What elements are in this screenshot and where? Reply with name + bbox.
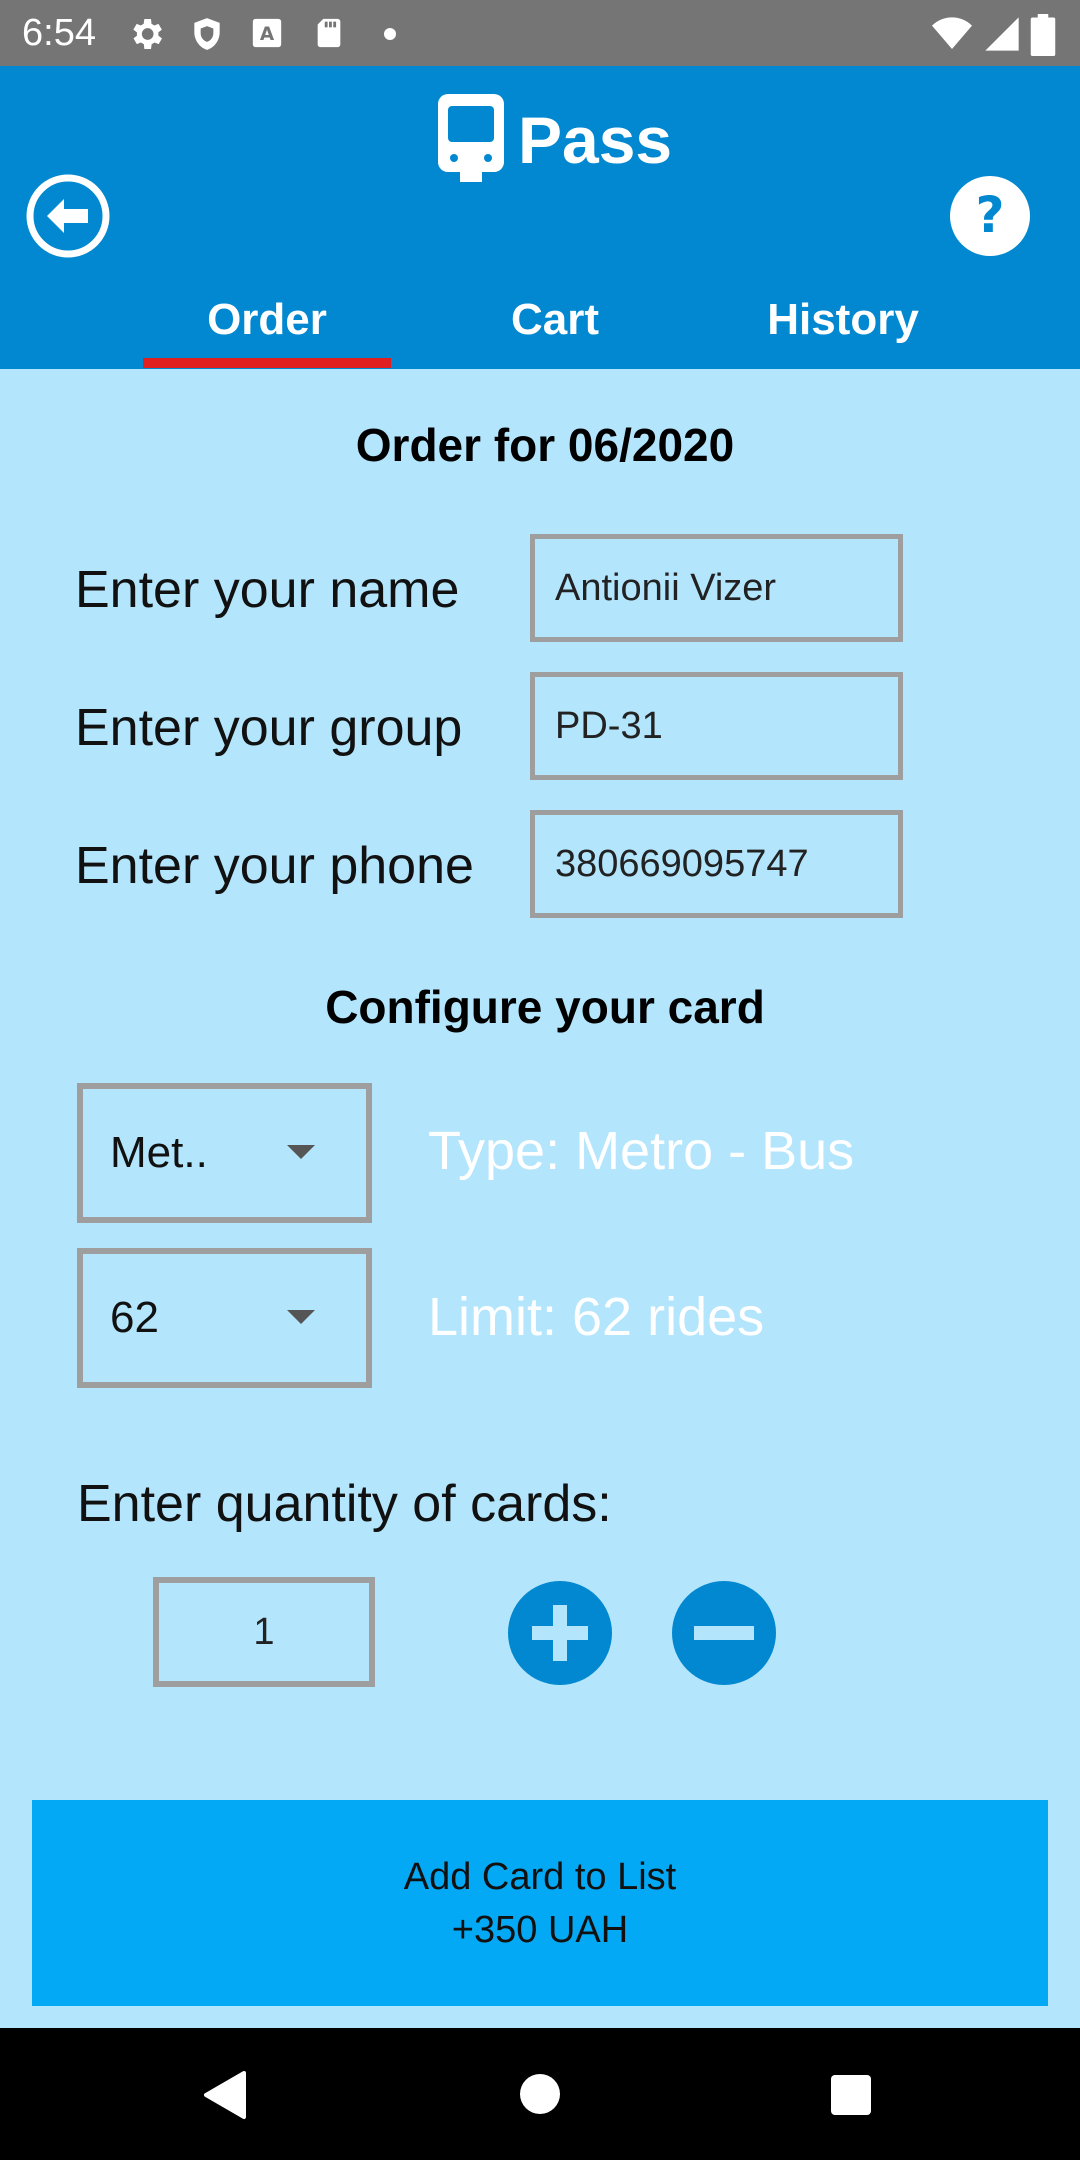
tab-indicator [143,358,391,368]
plus-icon [532,1605,588,1661]
limit-dropdown[interactable]: 62 [77,1248,372,1388]
nav-bar [0,2028,1080,2160]
battery-icon [1030,14,1056,56]
tab-history[interactable]: History [718,272,968,368]
chevron-down-icon [287,1145,315,1159]
svg-text:A: A [260,24,275,45]
add-card-button[interactable]: Add Card to List +350 UAH [32,1800,1048,2006]
app-bar: Pass ? Order Cart History [0,66,1080,369]
card-title: Configure your card [325,981,765,1033]
status-bar: 6:54 A [0,0,1080,66]
add-card-price: +350 UAH [451,1909,629,1951]
back-triangle-icon[interactable] [200,2070,248,2120]
signal-icon [985,17,1019,51]
dot-icon [384,28,396,40]
bus-icon [438,94,504,182]
quantity-label: Enter quantity of cards: [77,1475,612,1533]
recents-square-icon[interactable] [830,2074,872,2116]
type-dropdown[interactable]: Met.. [77,1083,372,1223]
type-info: Type: Metro - Bus [428,1121,855,1181]
home-circle-icon[interactable] [518,2072,562,2116]
svg-text:?: ? [975,186,1004,244]
type-dropdown-value: Met.. [110,1128,208,1177]
plus-button[interactable] [508,1581,612,1685]
status-time: 6:54 [22,12,96,54]
minus-button[interactable] [672,1581,776,1685]
group-field[interactable]: PD-31 [530,672,903,780]
app-title: Pass [518,103,673,177]
limit-dropdown-value: 62 [110,1293,159,1342]
a-icon: A [252,18,282,48]
add-card-label: Add Card to List [403,1856,677,1898]
order-title: Order for 06/2020 [355,419,735,471]
help-icon[interactable]: ? [948,174,1032,258]
gear-icon [133,19,162,49]
sd-card-icon [317,18,341,48]
phone-field[interactable]: 380669095747 [530,810,903,918]
shield-icon [194,18,220,50]
back-arrow-icon[interactable] [26,174,110,258]
wifi-icon [932,17,972,49]
name-label: Enter your name [75,561,460,619]
minus-icon [694,1626,754,1640]
limit-info: Limit: 62 rides [428,1287,765,1347]
phone-label: Enter your phone [75,837,474,895]
tab-cart[interactable]: Cart [430,272,680,368]
name-field[interactable]: Antionii Vizer [530,534,903,642]
group-label: Enter your group [75,699,463,757]
chevron-down-icon [287,1310,315,1324]
quantity-field[interactable]: 1 [153,1577,375,1687]
tab-order[interactable]: Order [142,272,392,368]
